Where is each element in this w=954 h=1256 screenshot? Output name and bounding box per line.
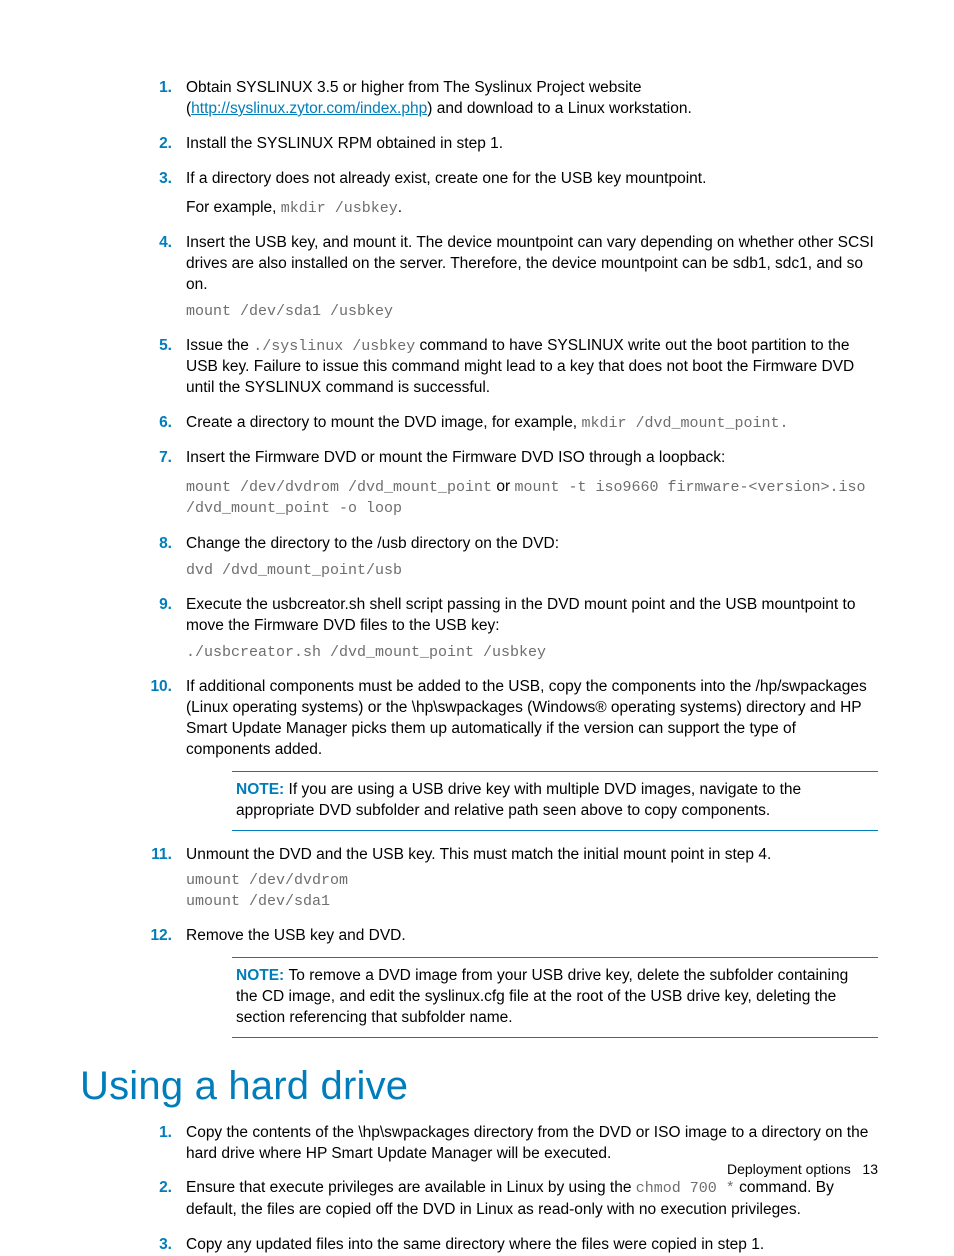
footer-section: Deployment options xyxy=(727,1161,851,1177)
step-number: 9. xyxy=(140,595,172,616)
step-number: 1. xyxy=(140,78,172,99)
step-item: 12. Remove the USB key and DVD. NOTE: To r… xyxy=(140,926,878,1038)
step-body: Create a directory to mount the DVD imag… xyxy=(186,413,878,434)
step-number: 8. xyxy=(140,534,172,555)
note-label: NOTE: xyxy=(236,781,289,798)
step-body: Change the directory to the /usb directo… xyxy=(186,534,878,555)
step-body: Insert the Firmware DVD or mount the Fir… xyxy=(186,448,878,469)
step-body: Ensure that execute privileges are avail… xyxy=(186,1178,878,1220)
step-item: 3. Copy any updated files into the same d… xyxy=(140,1235,878,1256)
step-number: 11. xyxy=(140,845,172,866)
step-number: 12. xyxy=(140,926,172,947)
code-block: mount /dev/sda1 /usbkey xyxy=(186,302,878,322)
step-item: 7. Insert the Firmware DVD or mount the F… xyxy=(140,448,878,519)
step-body: Issue the ./syslinux /usbkey command to … xyxy=(186,336,878,399)
code-block: ./usbcreator.sh /dvd_mount_point /usbkey xyxy=(186,643,878,663)
step-item: 11. Unmount the DVD and the USB key. This… xyxy=(140,845,878,912)
step-body: If a directory does not already exist, c… xyxy=(186,169,878,190)
step-number: 2. xyxy=(140,134,172,155)
step-body: Insert the USB key, and mount it. The de… xyxy=(186,233,878,296)
step-number: 1. xyxy=(140,1123,172,1144)
step-item: 1. Copy the contents of the \hp\swpackage… xyxy=(140,1123,878,1165)
step-body: Obtain SYSLINUX 3.5 or higher from The S… xyxy=(186,78,878,120)
hyperlink[interactable]: http://syslinux.zytor.com/index.php xyxy=(191,100,427,117)
note-label: NOTE: xyxy=(236,967,289,984)
step-number: 3. xyxy=(140,1235,172,1256)
note-callout: NOTE: If you are using a USB drive key w… xyxy=(232,771,878,831)
inline-code: mkdir /dvd_mount_point. xyxy=(581,415,788,432)
step-item: 3. If a directory does not already exist,… xyxy=(140,169,878,219)
inline-code: chmod 700 * xyxy=(636,1180,735,1197)
step-item: 2. Ensure that execute privileges are ava… xyxy=(140,1178,878,1220)
code-block: umount /dev/dvdromumount /dev/sda1 xyxy=(186,871,878,912)
step-number: 3. xyxy=(140,169,172,190)
ordered-steps-a: 1. Obtain SYSLINUX 3.5 or higher from The… xyxy=(140,78,878,1038)
step-body: If additional components must be added t… xyxy=(186,677,878,761)
document-page: 1. Obtain SYSLINUX 3.5 or higher from The… xyxy=(0,0,954,1256)
step-number: 7. xyxy=(140,448,172,469)
step-number: 6. xyxy=(140,413,172,434)
step-item: 2. Install the SYSLINUX RPM obtained in s… xyxy=(140,134,878,155)
inline-code: mkdir /usbkey xyxy=(281,200,398,217)
step-body: Copy the contents of the \hp\swpackages … xyxy=(186,1123,878,1165)
footer-page-number: 13 xyxy=(862,1161,878,1177)
step-item: 5. Issue the ./syslinux /usbkey command t… xyxy=(140,336,878,399)
step-number: 2. xyxy=(140,1178,172,1199)
step-number: 10. xyxy=(140,677,172,698)
step-item: 6. Create a directory to mount the DVD im… xyxy=(140,413,878,434)
step-subtext: For example, mkdir /usbkey. xyxy=(186,198,878,219)
step-number: 5. xyxy=(140,336,172,357)
step-body: Copy any updated files into the same dir… xyxy=(186,1235,878,1256)
step-body: Unmount the DVD and the USB key. This mu… xyxy=(186,845,878,866)
step-item: 9. Execute the usbcreator.sh shell script… xyxy=(140,595,878,663)
step-subtext: mount /dev/dvdrom /dvd_mount_point or mo… xyxy=(186,477,878,520)
page-footer: Deployment options 13 xyxy=(727,1161,878,1177)
step-item: 10. If additional components must be adde… xyxy=(140,677,878,831)
step-body: Execute the usbcreator.sh shell script p… xyxy=(186,595,878,637)
step-item: 8. Change the directory to the /usb direc… xyxy=(140,534,878,581)
step-item: 4. Insert the USB key, and mount it. The … xyxy=(140,233,878,322)
inline-code: mount /dev/dvdrom /dvd_mount_point xyxy=(186,479,492,496)
step-body: Remove the USB key and DVD. xyxy=(186,926,878,947)
section-heading: Using a hard drive xyxy=(80,1064,878,1109)
step-number: 4. xyxy=(140,233,172,254)
note-callout: NOTE: To remove a DVD image from your US… xyxy=(232,957,878,1038)
code-block: dvd /dvd_mount_point/usb xyxy=(186,561,878,581)
inline-code: ./syslinux /usbkey xyxy=(253,338,415,355)
ordered-steps-b: 1. Copy the contents of the \hp\swpackage… xyxy=(140,1123,878,1256)
step-body: Install the SYSLINUX RPM obtained in ste… xyxy=(186,134,878,155)
step-item: 1. Obtain SYSLINUX 3.5 or higher from The… xyxy=(140,78,878,120)
